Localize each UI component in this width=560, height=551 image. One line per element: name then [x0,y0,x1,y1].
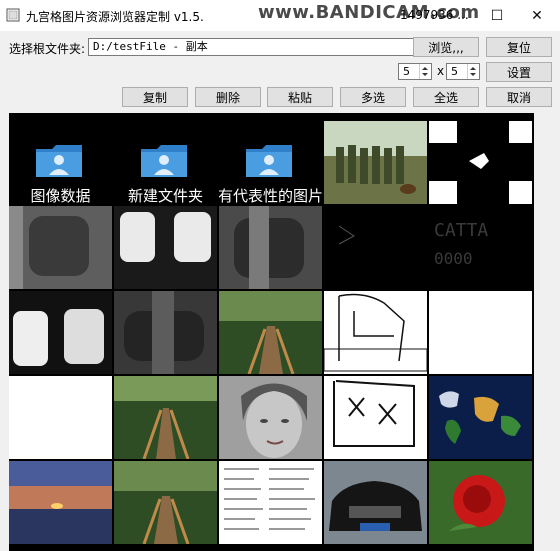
title-bar: 九宫格图片资源浏览器定制 v1.5. www.BANDICAM.com 1497… [0,0,560,31]
image-thumbnail-binary[interactable] [429,121,532,204]
spin-arrows-icon[interactable] [467,64,479,79]
folder-label: 新建文件夹 [127,187,203,204]
close-button[interactable]: ✕ [514,0,560,31]
image-thumbnail-texture[interactable] [9,206,112,289]
vertical-scrollbar[interactable] [538,113,552,551]
select-all-button[interactable]: 全选 [413,87,479,107]
image-thumbnail-dark-text[interactable]: CATTA 0000 [324,206,532,289]
world-map-image [429,376,532,459]
settings-button[interactable]: 设置 [486,62,552,82]
svg-text:CATTA: CATTA [434,220,488,241]
times-label: x [437,64,445,78]
handwritten-notes-image [224,468,315,530]
folder-tile[interactable]: 图像数据 [9,121,112,204]
image-thumbnail-bridge[interactable] [114,376,217,459]
folder-label: 有代表性的图片 [219,187,322,204]
window-title: 九宫格图片资源浏览器定制 v1.5. [26,10,204,24]
image-thumbnail-car[interactable] [324,461,427,544]
image-thumbnail-texture[interactable] [114,206,217,289]
cancel-button[interactable]: 取消 [486,87,552,107]
forest-bridge-image [114,461,217,544]
xx-drawing-image [333,380,415,447]
minimize-icon: — [438,7,452,24]
folder-user-icon [246,145,292,177]
minimize-button[interactable]: — [422,0,468,31]
root-path-input[interactable]: D:/testFile - 副本 [88,38,416,56]
copy-button[interactable]: 复制 [122,87,188,107]
dark-text-image: CATTA 0000 [338,220,488,268]
gray-texture-image [9,206,112,289]
image-thumbnail-world-map[interactable] [429,376,532,459]
reset-button[interactable]: 复位 [486,37,552,57]
image-thumbnail-bridge[interactable] [219,291,322,374]
image-thumbnail-bridge[interactable] [114,461,217,544]
folder-tile[interactable]: 新建文件夹 [114,121,217,204]
sunset-image [9,461,112,544]
hand-sketch-image [324,293,427,372]
gray-texture-image [114,291,217,374]
svg-text:0000: 0000 [434,249,473,268]
forest-bridge-image [114,376,217,459]
image-thumbnail-blank[interactable] [9,376,112,459]
multi-select-button[interactable]: 多选 [340,87,406,107]
forest-bridge-image [219,291,322,374]
image-thumbnail-xx-drawing[interactable] [324,376,427,459]
image-thumbnail-sketch[interactable] [324,291,427,374]
maximize-icon: ☐ [490,7,504,24]
gray-texture-image [9,291,112,374]
rows-spinbox[interactable]: 5 [398,63,432,80]
image-thumbnail-texture[interactable] [219,206,322,289]
thumbnail-grid: 图像数据 新建文件夹 有代表性的图片 CATTA 0000 [9,113,534,551]
spin-arrows-icon[interactable] [419,64,431,79]
folder-tile[interactable]: 有代表性的图片 [219,121,322,204]
image-thumbnail-soldiers[interactable] [324,121,427,204]
black-car-image [324,461,427,544]
red-rose-image [429,461,532,544]
paste-button[interactable]: 粘贴 [267,87,333,107]
cols-spinbox[interactable]: 5 [446,63,480,80]
folder-user-icon [141,145,187,177]
delete-button[interactable]: 删除 [195,87,261,107]
binary-mask-image [429,121,532,204]
gray-texture-image [114,206,217,289]
browse-button[interactable]: 浏览,,, [413,37,479,57]
root-folder-label: 选择根文件夹: [9,42,86,56]
app-icon [6,8,20,22]
face-portrait-image [219,376,322,459]
image-thumbnail-sunset[interactable] [9,461,112,544]
folder-label: 图像数据 [30,187,91,204]
image-thumbnail-rose[interactable] [429,461,532,544]
close-icon: ✕ [531,7,543,24]
rows-value: 5 [403,65,410,78]
cols-value: 5 [451,65,458,78]
image-thumbnail-handwritten-notes[interactable] [219,461,322,544]
gray-texture-image [219,206,322,289]
image-thumbnail-portrait[interactable] [219,376,322,459]
image-thumbnail-texture[interactable] [9,291,112,374]
soldiers-image [324,121,427,204]
image-thumbnail-blank[interactable] [429,291,532,374]
folder-user-icon [36,145,82,177]
image-thumbnail-texture[interactable] [114,291,217,374]
